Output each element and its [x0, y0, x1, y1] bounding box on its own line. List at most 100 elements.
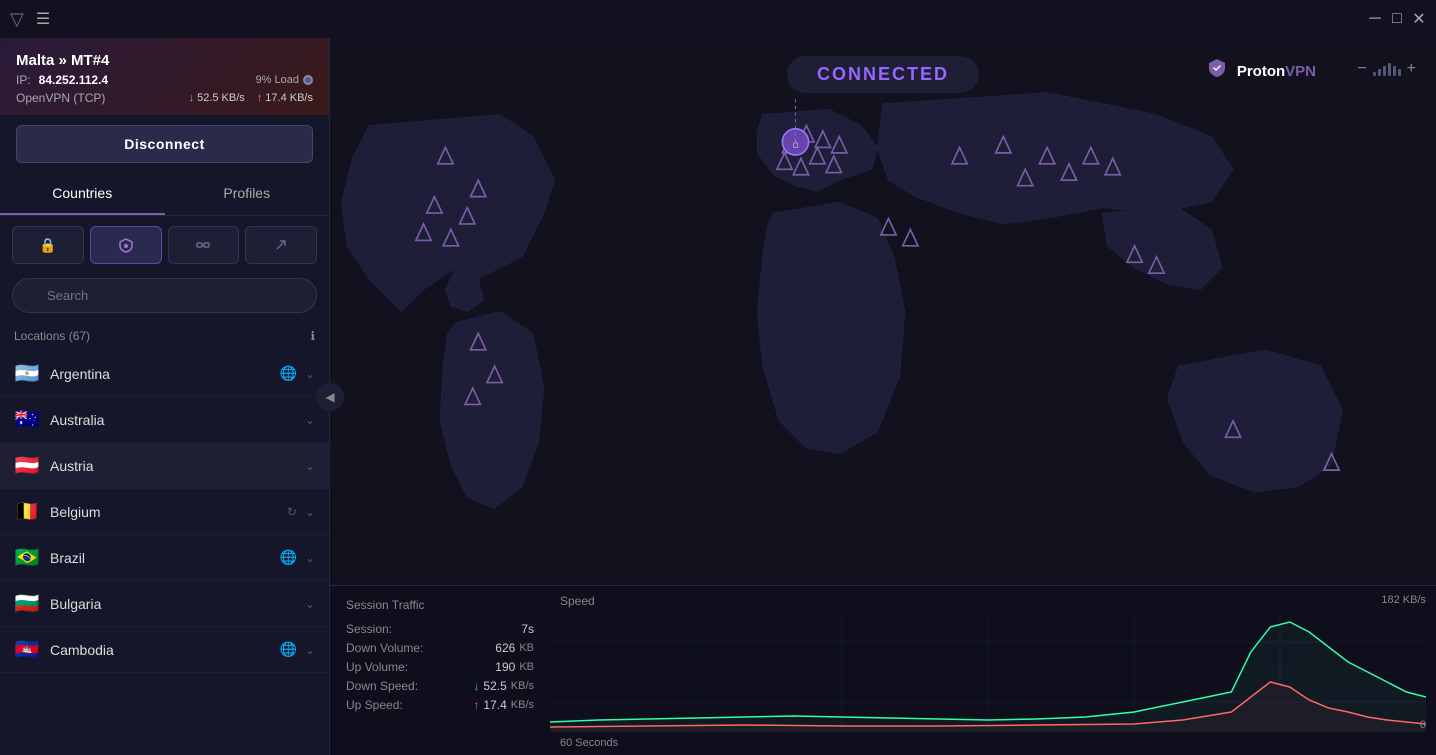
country-name: Cambodia — [50, 642, 280, 658]
tab-countries[interactable]: Countries — [0, 173, 165, 215]
country-name: Bulgaria — [50, 596, 305, 612]
flag-icon: 🇦🇺 — [14, 407, 40, 432]
speed-bar — [1398, 69, 1401, 76]
list-item[interactable]: 🇦🇺 Australia ⌄ — [0, 397, 329, 443]
stats-session-row: Session: 7s — [346, 622, 534, 636]
speed-decrease-button[interactable]: − — [1357, 60, 1366, 78]
filter-tor[interactable] — [245, 226, 317, 264]
refresh-icon[interactable]: ↻ — [287, 505, 297, 519]
title-bar: ▽ ☰ ─ □ ✕ — [0, 0, 1436, 38]
globe-icon[interactable]: 🌐 — [280, 549, 297, 566]
expand-icon[interactable]: ⌄ — [305, 643, 315, 657]
connection-info: Malta » MT#4 IP: 84.252.112.4 9% Load Op… — [0, 38, 329, 115]
country-actions: ↻ ⌄ — [287, 505, 315, 519]
up-speed-label: Up Speed: — [346, 698, 403, 712]
down-speed-label: Down Speed: — [346, 679, 418, 693]
protocol-row: OpenVPN (TCP) ↓ 52.5 KB/s ↑ 17.4 KB/s — [16, 91, 313, 105]
locations-count: Locations (67) — [14, 329, 90, 343]
protonvpn-brand: ProtonVPN — [1205, 56, 1316, 86]
locations-info-icon[interactable]: ℹ — [310, 329, 315, 343]
close-button[interactable]: ✕ — [1412, 12, 1426, 26]
filter-secure-core[interactable]: 🔒 — [12, 226, 84, 264]
speed-bar — [1388, 63, 1391, 76]
expand-icon[interactable]: ⌄ — [305, 459, 315, 473]
speed-bar — [1393, 66, 1396, 76]
collapse-sidebar-button[interactable]: ◀ — [316, 383, 344, 411]
speed-display: ↓ 52.5 KB/s ↑ 17.4 KB/s — [189, 92, 313, 104]
ip-value: 84.252.112.4 — [39, 73, 108, 87]
globe-icon[interactable]: 🌐 — [280, 641, 297, 658]
speed-toggle: − + — [1357, 60, 1416, 78]
ip-label: IP: — [16, 73, 31, 87]
list-item[interactable]: 🇧🇬 Bulgaria ⌄ — [0, 581, 329, 627]
stats-panel: Session Traffic Session: 7s Down Volume:… — [330, 585, 1436, 755]
upload-speed: ↑ 17.4 KB/s — [257, 92, 313, 104]
expand-icon[interactable]: ⌄ — [305, 413, 315, 427]
flag-icon: 🇧🇪 — [14, 499, 40, 524]
chart-max-label: 182 KB/s — [1381, 594, 1426, 606]
speed-bar — [1383, 66, 1386, 76]
down-arrow-icon: ↓ — [473, 679, 479, 693]
country-actions: ⌄ — [305, 413, 315, 427]
country-actions: ⌄ — [305, 597, 315, 611]
protocol-label: OpenVPN (TCP) — [16, 91, 105, 105]
list-item[interactable]: 🇰🇭 Cambodia 🌐 ⌄ — [0, 627, 329, 673]
speed-increase-button[interactable]: + — [1407, 60, 1416, 78]
world-map: ⌂ — [330, 38, 1436, 585]
main-layout: Malta » MT#4 IP: 84.252.112.4 9% Load Op… — [0, 38, 1436, 755]
flag-icon: 🇧🇬 — [14, 591, 40, 616]
maximize-button[interactable]: □ — [1390, 12, 1404, 26]
up-volume-label: Up Volume: — [346, 660, 408, 674]
up-arrow-icon: ↑ — [473, 698, 479, 712]
chart-title: Speed — [550, 594, 1426, 608]
expand-icon[interactable]: ⌄ — [305, 597, 315, 611]
hamburger-menu-icon[interactable]: ☰ — [36, 9, 50, 29]
filter-netshield[interactable] — [90, 226, 162, 264]
list-item[interactable]: 🇧🇷 Brazil 🌐 ⌄ — [0, 535, 329, 581]
tab-profiles[interactable]: Profiles — [165, 173, 330, 215]
down-volume-label: Down Volume: — [346, 641, 423, 655]
flag-icon: 🇧🇷 — [14, 545, 40, 570]
up-volume-value: 190 KB — [495, 660, 534, 674]
country-name: Brazil — [50, 550, 280, 566]
globe-icon[interactable]: 🌐 — [280, 365, 297, 382]
load-indicator — [303, 75, 313, 85]
stats-down-volume-row: Down Volume: 626 KB — [346, 641, 534, 655]
stats-up-speed-row: Up Speed: ↑ 17.4 KB/s — [346, 698, 534, 712]
proton-shield-icon — [1205, 56, 1229, 86]
speed-bar — [1378, 69, 1381, 76]
flag-icon: 🇦🇷 — [14, 361, 40, 386]
filter-p2p[interactable] — [168, 226, 240, 264]
connected-status: CONNECTED — [787, 56, 979, 93]
connected-server: Malta » MT#4 — [16, 52, 313, 69]
up-speed-value: ↑ 17.4 KB/s — [473, 698, 534, 712]
expand-icon[interactable]: ⌄ — [305, 367, 315, 381]
list-item[interactable]: 🇧🇪 Belgium ↻ ⌄ — [0, 489, 329, 535]
speed-bars — [1373, 63, 1401, 76]
flag-icon: 🇦🇹 — [14, 453, 40, 478]
list-item[interactable]: 🇦🇹 Austria ⌄ — [0, 443, 329, 489]
ip-row: IP: 84.252.112.4 9% Load — [16, 73, 313, 87]
expand-icon[interactable]: ⌄ — [305, 505, 315, 519]
search-wrapper: 🔍 — [12, 278, 317, 313]
map-area: CONNECTED ProtonVPN − — [330, 38, 1436, 585]
disconnect-button[interactable]: Disconnect — [16, 125, 313, 163]
search-input[interactable] — [12, 278, 317, 313]
window-controls: ─ □ ✕ — [1368, 12, 1426, 26]
session-value: 7s — [521, 622, 534, 636]
filter-row: 🔒 — [0, 216, 329, 274]
right-panel: ◀ CONNECTED ProtonVPN − — [330, 38, 1436, 755]
list-item[interactable]: 🇦🇷 Argentina 🌐 ⌄ — [0, 351, 329, 397]
speed-chart-svg — [550, 612, 1426, 732]
minimize-button[interactable]: ─ — [1368, 12, 1382, 26]
expand-icon[interactable]: ⌄ — [305, 551, 315, 565]
country-name: Australia — [50, 412, 305, 428]
stats-up-volume-row: Up Volume: 190 KB — [346, 660, 534, 674]
country-name: Belgium — [50, 504, 287, 520]
sidebar: Malta » MT#4 IP: 84.252.112.4 9% Load Op… — [0, 38, 330, 755]
server-load: 9% Load — [256, 74, 313, 86]
locations-header: Locations (67) ℹ — [0, 323, 329, 351]
upload-arrow-icon: ↑ — [257, 92, 263, 104]
country-actions: 🌐 ⌄ — [280, 549, 316, 566]
country-list: 🇦🇷 Argentina 🌐 ⌄ 🇦🇺 Australia ⌄ 🇦🇹 Austr… — [0, 351, 329, 755]
